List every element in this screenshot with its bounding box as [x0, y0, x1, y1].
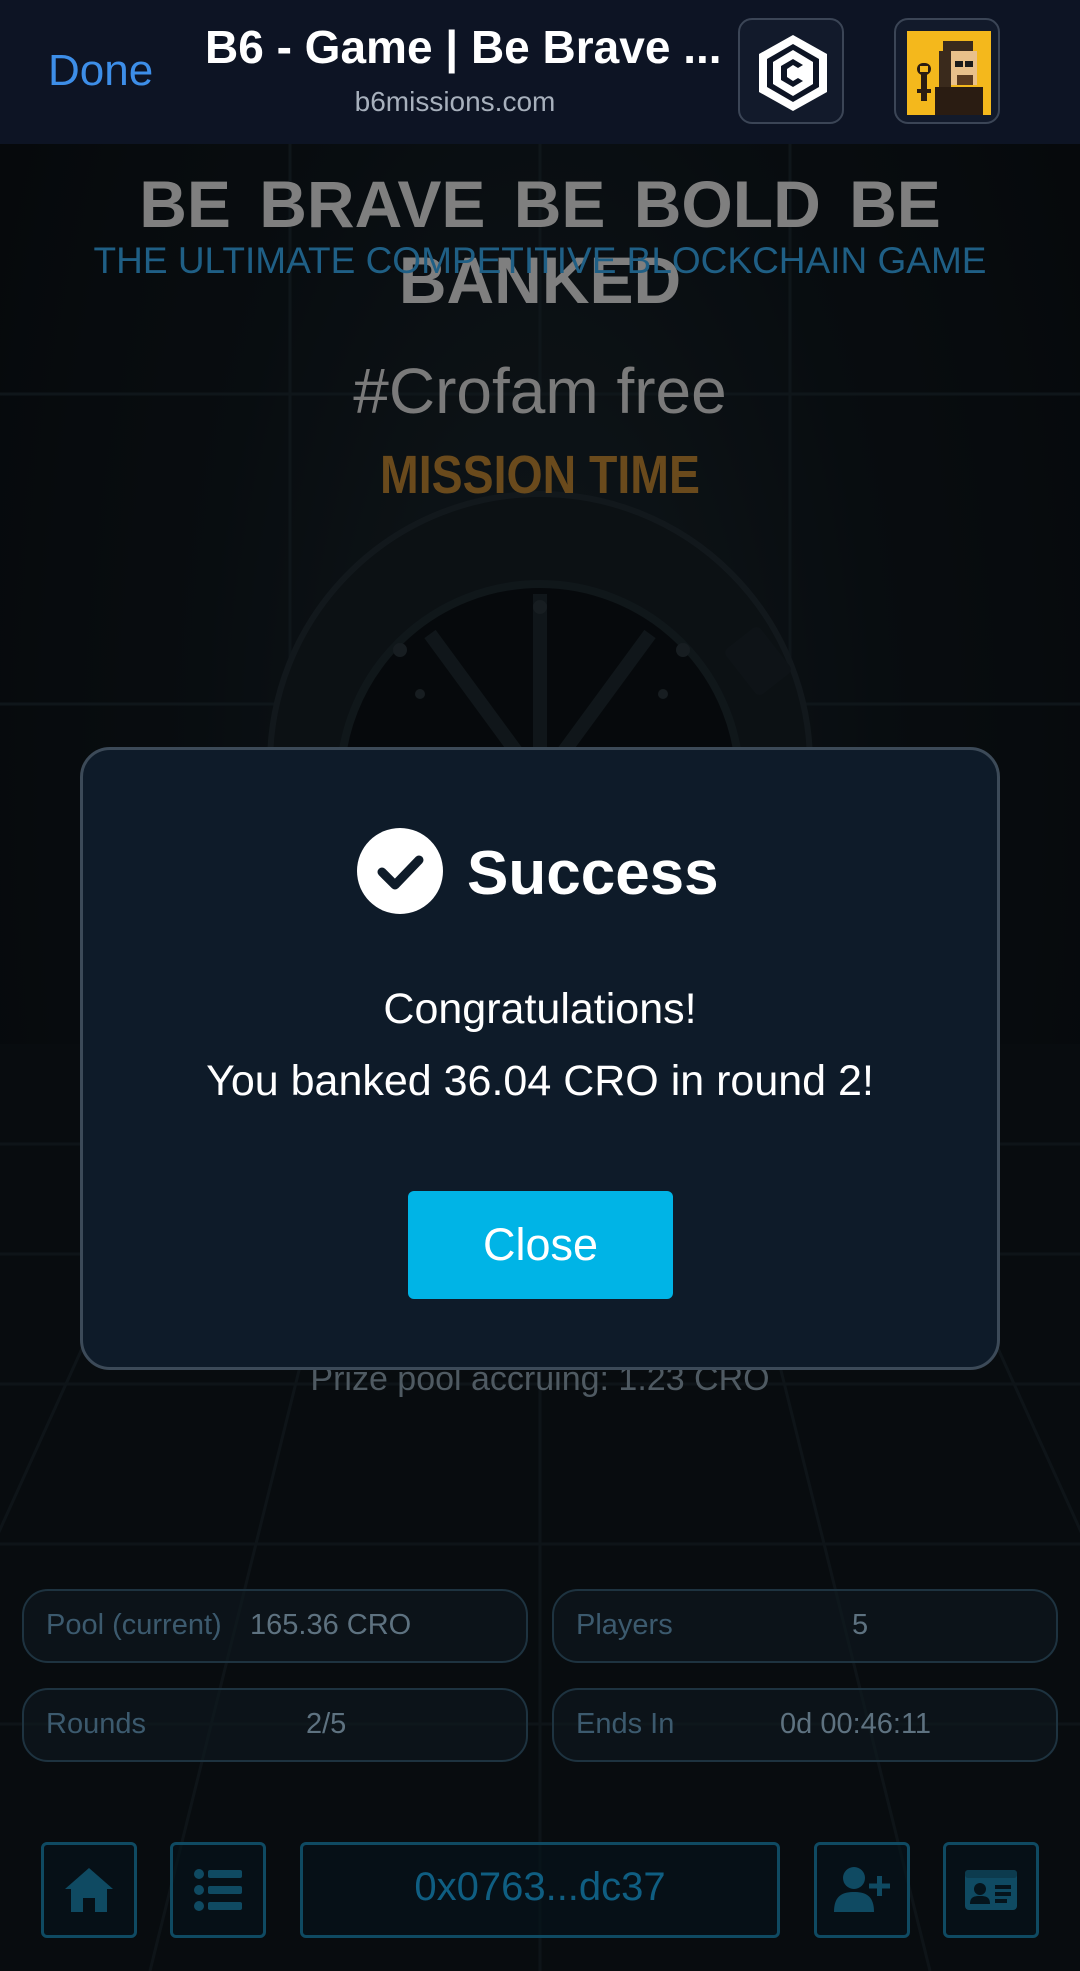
congratulations-text: Congratulations!: [383, 985, 697, 1033]
avatar-button[interactable]: [894, 18, 1000, 124]
missions-list-button[interactable]: [170, 1842, 266, 1938]
page-url: b6missions.com: [354, 86, 556, 117]
add-user-icon: [834, 1867, 890, 1912]
profile-card-button[interactable]: [943, 1842, 1039, 1938]
check-circle-icon: [357, 828, 443, 914]
invite-button[interactable]: [814, 1842, 910, 1938]
stat-rounds: Rounds 2/5: [22, 1688, 528, 1762]
hero-subtitle: THE ULTIMATE COMPETITIVE BLOCKCHAIN GAME: [93, 240, 987, 281]
stat-label: Pool (current): [46, 1609, 222, 1641]
crypto-com-wallet-icon: [759, 35, 827, 111]
wallet-address: 0x0763...dc37: [414, 1865, 666, 1909]
wallet-address-button[interactable]: 0x0763...dc37: [300, 1842, 780, 1938]
success-modal: Success Congratulations! You banked 36.0…: [80, 747, 1000, 1370]
mission-name: #Crofam free: [353, 355, 727, 427]
banked-amount-text: You banked 36.04 CRO in round 2!: [206, 1057, 874, 1105]
stat-ends-in: Ends In 0d 00:46:11: [552, 1688, 1058, 1762]
done-button[interactable]: Done: [48, 46, 153, 96]
home-icon: [65, 1868, 113, 1912]
stat-value: 5: [852, 1609, 869, 1641]
stat-pool-current: Pool (current) 165.36 CRO: [22, 1589, 528, 1663]
stat-label: Ends In: [576, 1708, 675, 1740]
list-icon: [194, 1869, 242, 1911]
pixel-avatar-icon: [907, 31, 991, 115]
home-button[interactable]: [41, 1842, 137, 1938]
stat-value: 165.36 CRO: [250, 1609, 412, 1641]
stat-value: 2/5: [306, 1708, 347, 1740]
stat-value: 0d 00:46:11: [780, 1708, 932, 1740]
id-card-icon: [965, 1870, 1017, 1910]
browser-header: Done B6 - Game | Be Brave ... b6missions…: [0, 0, 1080, 144]
mission-time-label: MISSION TIME: [380, 445, 700, 505]
stat-label: Players: [576, 1609, 673, 1641]
close-button[interactable]: Close: [408, 1191, 673, 1299]
page-title: B6 - Game | Be Brave ...: [205, 21, 722, 73]
modal-title: Success: [467, 839, 719, 908]
crypto-wallet-button[interactable]: [738, 18, 844, 124]
stat-label: Rounds: [46, 1708, 146, 1740]
stat-players: Players 5: [552, 1589, 1058, 1663]
